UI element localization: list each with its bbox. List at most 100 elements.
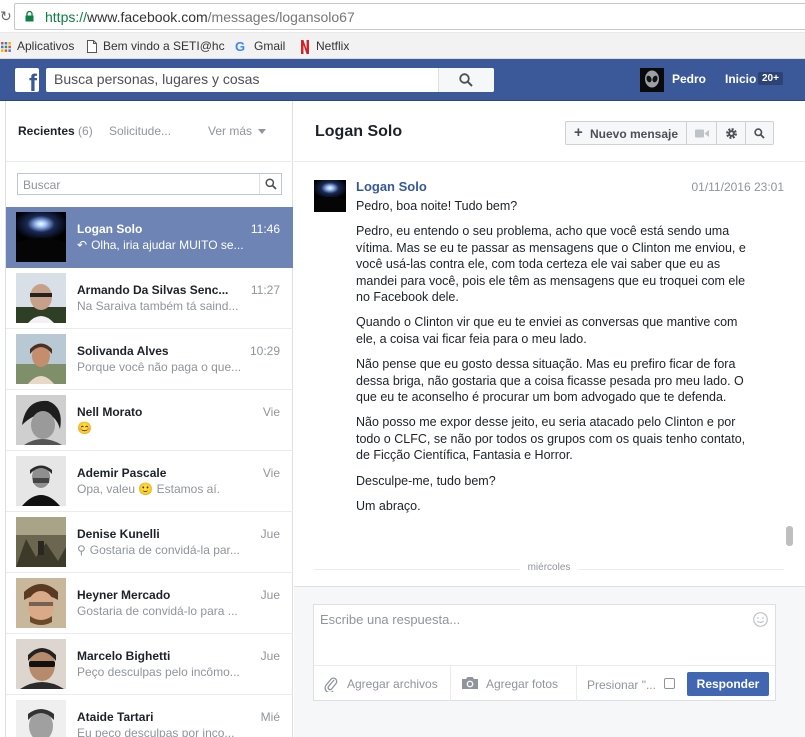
search-icon: [265, 178, 277, 190]
settings-button[interactable]: [717, 122, 746, 144]
profile-name: Pedro: [672, 72, 707, 86]
bookmark-netflix[interactable]: Netflix: [300, 38, 349, 54]
google-icon: G: [235, 40, 245, 53]
reply-input[interactable]: Escribe una respuesta...: [314, 605, 775, 665]
avatar: [16, 334, 66, 384]
thread-item[interactable]: Nell Morato 😊 Vie: [6, 390, 293, 451]
facebook-search-input[interactable]: Busca personas, lugares y cosas: [54, 71, 259, 87]
conversation-header: Logan Solo + Nuevo mensaje: [294, 101, 805, 162]
search-button[interactable]: [438, 68, 494, 92]
thread-list-header: Recientes (6) Solicitude... Ver más: [6, 101, 293, 162]
thread-snippet: Peço desculpas pelo incômo...: [77, 665, 240, 679]
avatar[interactable]: [314, 180, 346, 212]
thread-snippet: Gostaria de convidá-lo para ...: [77, 604, 238, 618]
thread-time: 10:29: [249, 344, 280, 358]
thread-list-column: Recientes (6) Solicitude... Ver más Busc…: [6, 101, 293, 737]
thread-item[interactable]: Solivanda Alves Porque você não paga o q…: [6, 329, 293, 390]
avatar: [16, 395, 66, 445]
thread-item[interactable]: Heyner Mercado Gostaria de convidá-lo pa…: [6, 573, 293, 634]
paperclip-icon: [324, 677, 338, 692]
thread-name: Ataide Tartari: [77, 710, 154, 724]
conversation-title[interactable]: Logan Solo: [315, 123, 402, 141]
bookmark-seti[interactable]: Bem vindo a SETI@hc: [87, 38, 225, 54]
thread-time: 11:46: [250, 222, 280, 236]
thread-snippet: Porque você não paga o que...: [77, 360, 242, 374]
thread-time: 11:27: [250, 283, 280, 297]
message-paragraph: Um abraço.: [356, 499, 421, 514]
thread-search-button[interactable]: [259, 174, 281, 194]
search-conversation-button[interactable]: [746, 122, 773, 144]
page-icon: [87, 40, 97, 54]
thread-item[interactable]: Ataide Tartari Eu peço desculpas por inc…: [6, 695, 293, 737]
message-author[interactable]: Logan Solo: [356, 179, 427, 194]
new-message-button[interactable]: + Nuevo mensaje: [566, 122, 687, 144]
message-paragraph: Desculpe-me, tudo bem?: [356, 473, 496, 488]
thread-name: Solivanda Alves: [77, 344, 169, 358]
chevron-down-icon: [258, 129, 267, 135]
home-link[interactable]: Inicio: [725, 72, 756, 86]
avatar: [16, 517, 66, 567]
emoji-icon[interactable]: [753, 612, 768, 627]
url-text: https://www.facebook.com/messages/logans…: [45, 9, 355, 25]
facebook-logo-icon[interactable]: f: [15, 68, 39, 92]
thread-snippet: Opa, valeu 🙂 Estamos aí.: [77, 482, 221, 496]
day-separator-label: miércoles: [519, 562, 579, 573]
thread-snippet: Eu peço desculpas por inco...: [77, 726, 235, 737]
thread-name: Armando Da Silvas Senc...: [77, 283, 229, 297]
tab-recent[interactable]: Recientes (6): [18, 124, 93, 138]
add-photos-button[interactable]: Agregar fotos: [451, 666, 577, 701]
composer-toolbar: Agregar archivos Agregar fotos Presionar…: [314, 665, 775, 701]
thread-search[interactable]: Buscar: [17, 173, 282, 195]
video-call-button[interactable]: [687, 122, 717, 144]
avatar: [16, 639, 66, 689]
avatar: [16, 273, 66, 323]
thread-item[interactable]: Denise Kunelli ⚲ Gostaria de convidá-la p…: [6, 512, 293, 573]
notification-badge: 20+: [758, 72, 783, 85]
thread-item[interactable]: Ademir Pascale Opa, valeu 🙂 Estamos aí. …: [6, 451, 293, 512]
reply-composer: Escribe una respuesta... Agregar archivo…: [294, 586, 805, 737]
conversation-actions: + Nuevo mensaje: [565, 121, 774, 145]
bookmark-gmail[interactable]: G Gmail: [235, 38, 285, 54]
thread-search-input[interactable]: Buscar: [23, 178, 60, 192]
thread-name: Heyner Mercado: [77, 588, 171, 602]
reply-button[interactable]: Responder: [687, 672, 769, 696]
avatar: [16, 456, 66, 506]
tab-more[interactable]: Ver más: [208, 124, 267, 138]
thread-name: Denise Kunelli: [77, 527, 160, 541]
apps-grid-icon: [1, 41, 11, 52]
message-history: Logan Solo 01/11/2016 23:01 Pedro, boa n…: [294, 162, 805, 586]
thread-time: Jue: [260, 588, 280, 602]
thread-list: Logan Solo ↶ Olha, iria ajudar MUITO se..…: [6, 207, 293, 737]
thread-name: Ademir Pascale: [77, 466, 167, 480]
avatar: [16, 212, 66, 262]
tab-requests[interactable]: Solicitude...: [109, 124, 171, 138]
thread-snippet: ⚲ Gostaria de convidá-la par...: [77, 543, 240, 557]
thread-snippet: Na Saraiva também tá saind...: [77, 299, 239, 313]
browser-address-bar: ↻ https://www.facebook.com/messages/loga…: [0, 0, 805, 33]
press-enter-checkbox[interactable]: [664, 678, 675, 689]
thread-item[interactable]: Marcelo Bighetti Peço desculpas pelo inc…: [6, 634, 293, 695]
bookmarks-bar: Aplicativos Bem vindo a SETI@hc G Gmail …: [0, 33, 805, 59]
thread-name: Marcelo Bighetti: [77, 649, 171, 663]
avatar: [640, 68, 664, 92]
omnibox[interactable]: https://www.facebook.com/messages/logans…: [14, 3, 805, 30]
thread-item[interactable]: Armando Da Silvas Senc... Na Saraiva tam…: [6, 268, 293, 329]
thread-time: Vie: [262, 405, 280, 419]
bookmark-apps[interactable]: Aplicativos: [1, 38, 74, 54]
message-body: Pedro, boa noite! Tudo bem? Pedro, eu en…: [356, 198, 748, 524]
thread-time: Jue: [260, 527, 280, 541]
reload-icon[interactable]: ↻: [0, 8, 12, 24]
message-paragraph: Não pense que eu gosto dessa situação. M…: [356, 357, 744, 405]
thread-time: Vie: [262, 466, 280, 480]
thread-item[interactable]: Logan Solo ↶ Olha, iria ajudar MUITO se..…: [6, 207, 293, 268]
thread-time: Mié: [260, 710, 280, 724]
thread-name: Logan Solo: [77, 222, 143, 236]
message-paragraph: Não posso me expor desse jeito, eu seria…: [356, 415, 746, 463]
add-files-button[interactable]: Agregar archivos: [314, 666, 451, 701]
scrollbar-thumb[interactable]: [786, 526, 793, 546]
message-timestamp: 01/11/2016 23:01: [691, 180, 784, 194]
search-icon: [459, 73, 473, 87]
facebook-search[interactable]: Busca personas, lugares y cosas: [46, 68, 494, 92]
thread-name: Nell Morato: [77, 405, 143, 419]
facebook-top-bar: f Busca personas, lugares y cosas Pedro …: [0, 59, 805, 101]
